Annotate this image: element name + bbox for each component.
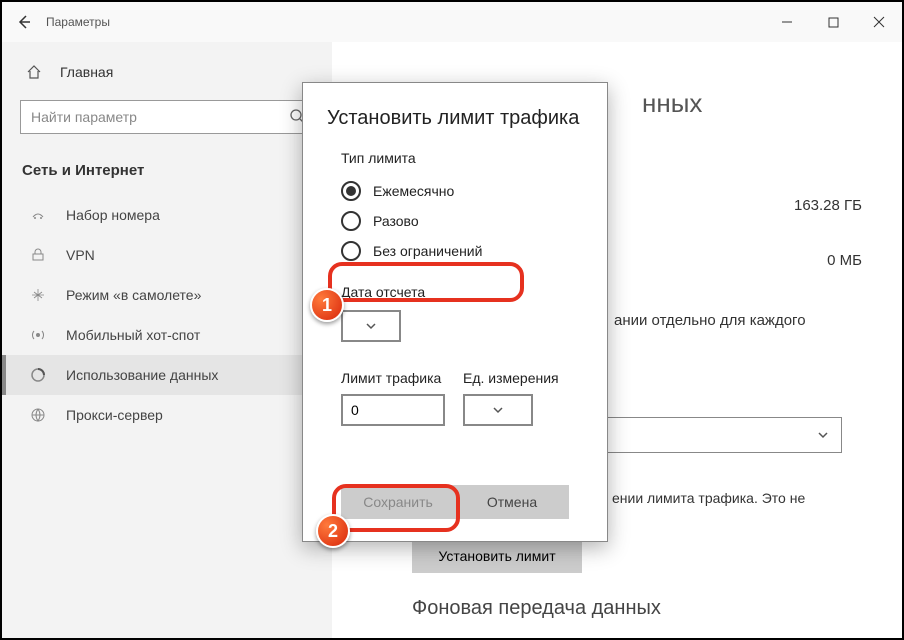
radio-icon xyxy=(341,211,361,231)
window-controls xyxy=(764,2,902,42)
sidebar-home-label: Главная xyxy=(60,64,113,80)
hotspot-icon xyxy=(30,327,48,343)
minimize-icon xyxy=(781,16,793,28)
set-limit-label: Установить лимит xyxy=(438,548,555,564)
cancel-label: Отмена xyxy=(487,494,537,510)
date-select[interactable] xyxy=(341,310,401,342)
radio-icon xyxy=(341,241,361,261)
sidebar-item-vpn[interactable]: VPN xyxy=(2,235,332,275)
sidebar-item-label: VPN xyxy=(66,247,95,263)
data-usage-icon xyxy=(30,367,48,383)
airplane-icon xyxy=(30,287,48,303)
limit-unit-select[interactable] xyxy=(463,394,533,426)
sidebar-item-hotspot[interactable]: Мобильный хот-спот xyxy=(2,315,332,355)
sidebar-item-data-usage[interactable]: Использование данных xyxy=(2,355,332,395)
background-data-heading: Фоновая передача данных xyxy=(412,597,661,620)
limit-amount-input[interactable]: 0 xyxy=(341,394,445,426)
radio-unlimited[interactable]: Без ограничений xyxy=(303,236,607,266)
dialog-buttons: Сохранить Отмена xyxy=(341,485,569,519)
cancel-button[interactable]: Отмена xyxy=(455,485,569,519)
radio-monthly[interactable]: Ежемесячно xyxy=(303,176,607,206)
date-label: Дата отсчета xyxy=(341,284,607,300)
limit-amount-column: Лимит трафика 0 xyxy=(341,370,445,426)
arrow-left-icon xyxy=(16,14,32,30)
usage-value-2: 0 МБ xyxy=(827,252,862,269)
close-icon xyxy=(873,16,885,28)
maximize-icon xyxy=(828,17,839,28)
radio-label: Без ограничений xyxy=(373,243,482,259)
sidebar-item-proxy[interactable]: Прокси-сервер xyxy=(2,395,332,435)
maximize-button[interactable] xyxy=(810,2,856,42)
sidebar-item-label: Использование данных xyxy=(66,367,218,383)
desc-fragment: ании отдельно для каждого xyxy=(614,312,806,329)
close-button[interactable] xyxy=(856,2,902,42)
sidebar-item-label: Режим «в самолете» xyxy=(66,287,201,303)
limit-unit-label: Ед. измерения xyxy=(463,370,559,386)
titlebar: Параметры xyxy=(2,2,902,42)
limit-amount-value: 0 xyxy=(351,402,359,418)
page-title-fragment: нных xyxy=(642,88,872,119)
save-label: Сохранить xyxy=(363,494,433,510)
minimize-button[interactable] xyxy=(764,2,810,42)
vpn-icon xyxy=(30,247,48,263)
usage-value-1: 163.28 ГБ xyxy=(794,197,862,214)
sidebar: Главная Найти параметр Сеть и Интернет Н… xyxy=(2,42,332,638)
sidebar-item-label: Набор номера xyxy=(66,207,160,223)
radio-label: Разово xyxy=(373,213,419,229)
limit-hint-fragment: ении лимита трафика. Это не xyxy=(612,490,805,506)
limit-amount-label: Лимит трафика xyxy=(341,370,445,386)
chevron-down-icon xyxy=(492,404,504,416)
home-icon xyxy=(26,64,44,80)
sidebar-home[interactable]: Главная xyxy=(2,54,332,90)
radio-icon xyxy=(341,181,361,201)
search-input[interactable]: Найти параметр xyxy=(20,100,314,134)
radio-once[interactable]: Разово xyxy=(303,206,607,236)
sidebar-item-airplane[interactable]: Режим «в самолете» xyxy=(2,275,332,315)
dialog-title: Установить лимит трафика xyxy=(327,107,583,130)
back-button[interactable] xyxy=(2,2,46,42)
limit-type-label: Тип лимита xyxy=(341,150,607,166)
sidebar-section-header: Сеть и Интернет xyxy=(2,156,332,195)
window-title: Параметры xyxy=(46,15,110,29)
search-placeholder: Найти параметр xyxy=(31,109,137,125)
radio-label: Ежемесячно xyxy=(373,183,454,199)
set-limit-button[interactable]: Установить лимит xyxy=(412,539,582,573)
limit-inputs-row: Лимит трафика 0 Ед. измерения xyxy=(341,370,607,426)
sidebar-item-label: Мобильный хот-спот xyxy=(66,327,200,343)
sidebar-item-dialup[interactable]: Набор номера xyxy=(2,195,332,235)
set-limit-dialog: Установить лимит трафика Тип лимита Ежем… xyxy=(302,82,608,542)
app-window: Параметры Главная Найти параметр xyxy=(0,0,904,640)
sidebar-item-label: Прокси-сервер xyxy=(66,407,163,423)
save-button[interactable]: Сохранить xyxy=(341,485,455,519)
chevron-down-icon xyxy=(817,429,829,441)
chevron-down-icon xyxy=(365,320,377,332)
proxy-icon xyxy=(30,407,48,423)
limit-unit-column: Ед. измерения xyxy=(463,370,559,426)
dialup-icon xyxy=(30,207,48,223)
